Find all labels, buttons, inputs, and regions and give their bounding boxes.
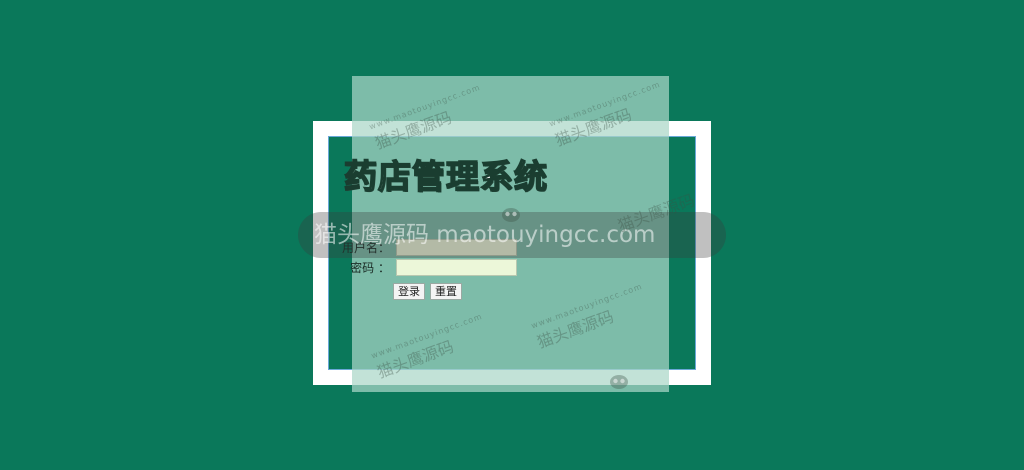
password-label: 密码 ：	[350, 261, 390, 275]
reset-button[interactable]: 重置	[430, 283, 462, 300]
login-button[interactable]: 登录	[393, 283, 425, 300]
owl-logo-icon	[610, 375, 628, 389]
page-title: 药店管理系统	[343, 156, 548, 197]
watermark-text: 猫头鹰源码 maotouyingcc.com	[314, 222, 656, 248]
owl-logo-icon	[502, 208, 520, 222]
password-input[interactable]	[396, 259, 517, 276]
